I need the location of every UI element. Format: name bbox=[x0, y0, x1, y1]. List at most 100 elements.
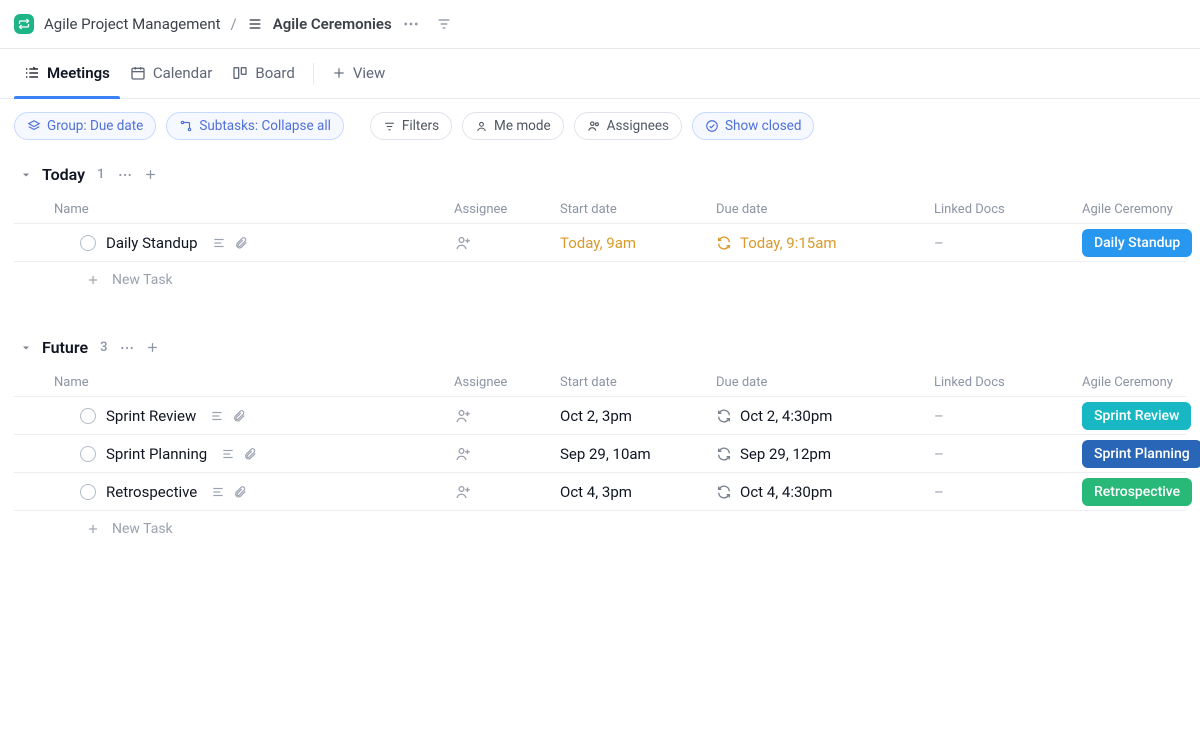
group-header[interactable]: Today 1 bbox=[14, 161, 1186, 196]
group-count: 1 bbox=[95, 167, 106, 182]
linked-docs-cell[interactable]: – bbox=[934, 483, 1082, 501]
task-list: Today 1 Name Assignee Start date Due dat… bbox=[0, 161, 1200, 577]
col-docs[interactable]: Linked Docs bbox=[934, 375, 1082, 390]
col-start[interactable]: Start date bbox=[560, 202, 716, 217]
recurring-icon bbox=[716, 408, 732, 424]
tab-board-label: Board bbox=[255, 64, 294, 82]
filter-bar: Group: Due date Subtasks: Collapse all F… bbox=[0, 99, 1200, 153]
more-icon[interactable] bbox=[402, 15, 420, 33]
ceremony-tag[interactable]: Sprint Review bbox=[1082, 402, 1191, 430]
group-pill[interactable]: Group: Due date bbox=[14, 112, 156, 140]
ceremony-tag[interactable]: Daily Standup bbox=[1082, 229, 1192, 257]
breadcrumb-space[interactable]: Agile Project Management bbox=[44, 15, 221, 33]
col-assignee[interactable]: Assignee bbox=[454, 202, 560, 217]
attachment-icon[interactable] bbox=[243, 447, 257, 461]
status-circle-icon[interactable] bbox=[80, 408, 96, 424]
task-row[interactable]: Daily Standup Today, 9am Today, 9:15am –… bbox=[14, 224, 1186, 262]
column-headers: Name Assignee Start date Due date Linked… bbox=[14, 196, 1186, 224]
status-circle-icon[interactable] bbox=[80, 446, 96, 462]
new-task-label: New Task bbox=[112, 521, 173, 537]
col-docs[interactable]: Linked Docs bbox=[934, 202, 1082, 217]
linked-docs-cell[interactable]: – bbox=[934, 407, 1082, 425]
ceremony-tag[interactable]: Retrospective bbox=[1082, 478, 1192, 506]
col-assignee[interactable]: Assignee bbox=[454, 375, 560, 390]
col-ceremony[interactable]: Agile Ceremony bbox=[1082, 202, 1200, 217]
task-name: Sprint Planning bbox=[106, 445, 207, 463]
tab-separator bbox=[313, 63, 314, 85]
subtasks-pill-label: Subtasks: Collapse all bbox=[199, 118, 331, 134]
tab-meetings[interactable]: Meetings bbox=[14, 49, 120, 98]
recurring-icon bbox=[716, 235, 732, 251]
group-pill-label: Group: Due date bbox=[47, 118, 143, 134]
ceremony-tag[interactable]: Sprint Planning bbox=[1082, 440, 1200, 468]
task-name: Retrospective bbox=[106, 483, 197, 501]
task-row[interactable]: Retrospective Oct 4, 3pm Oct 4, 4:30pm –… bbox=[14, 473, 1186, 511]
linked-docs-cell[interactable]: – bbox=[934, 234, 1082, 252]
group-title: Future bbox=[42, 338, 88, 357]
tab-calendar[interactable]: Calendar bbox=[120, 49, 223, 98]
group-more-icon[interactable] bbox=[119, 340, 135, 356]
filter-lines-icon[interactable] bbox=[436, 16, 452, 32]
breadcrumb: Agile Project Management / Agile Ceremon… bbox=[0, 0, 1200, 49]
filters-pill[interactable]: Filters bbox=[370, 112, 452, 140]
attachment-icon[interactable] bbox=[233, 485, 247, 499]
assignee-cell[interactable] bbox=[454, 445, 560, 463]
column-headers: Name Assignee Start date Due date Linked… bbox=[14, 369, 1186, 397]
task-group: Future 3 Name Assignee Start date Due da… bbox=[14, 334, 1186, 547]
start-date-cell[interactable]: Sep 29, 10am bbox=[560, 445, 716, 463]
assignees-pill-label: Assignees bbox=[607, 118, 669, 134]
start-date-cell[interactable]: Today, 9am bbox=[560, 234, 716, 252]
me-mode-pill[interactable]: Me mode bbox=[462, 112, 564, 140]
list-icon bbox=[247, 16, 263, 32]
description-icon[interactable] bbox=[210, 409, 224, 423]
status-circle-icon[interactable] bbox=[80, 484, 96, 500]
attachment-icon[interactable] bbox=[234, 236, 248, 250]
col-ceremony[interactable]: Agile Ceremony bbox=[1082, 375, 1200, 390]
assignees-pill[interactable]: Assignees bbox=[574, 112, 682, 140]
new-task-button[interactable]: New Task bbox=[14, 262, 1186, 298]
linked-docs-cell[interactable]: – bbox=[934, 445, 1082, 463]
subtasks-pill[interactable]: Subtasks: Collapse all bbox=[166, 112, 344, 140]
assignee-cell[interactable] bbox=[454, 407, 560, 425]
start-date-cell[interactable]: Oct 4, 3pm bbox=[560, 483, 716, 501]
col-start[interactable]: Start date bbox=[560, 375, 716, 390]
group-count: 3 bbox=[98, 340, 109, 355]
tab-meetings-label: Meetings bbox=[47, 64, 110, 82]
breadcrumb-separator: / bbox=[231, 15, 237, 33]
description-icon[interactable] bbox=[211, 485, 225, 499]
task-name: Sprint Review bbox=[106, 407, 196, 425]
description-icon[interactable] bbox=[221, 447, 235, 461]
group-header[interactable]: Future 3 bbox=[14, 334, 1186, 369]
me-mode-label: Me mode bbox=[494, 118, 551, 134]
assignee-cell[interactable] bbox=[454, 483, 560, 501]
attachment-icon[interactable] bbox=[232, 409, 246, 423]
start-date-cell[interactable]: Oct 2, 3pm bbox=[560, 407, 716, 425]
assignee-cell[interactable] bbox=[454, 234, 560, 252]
col-name[interactable]: Name bbox=[14, 202, 454, 217]
col-due[interactable]: Due date bbox=[716, 375, 934, 390]
group-more-icon[interactable] bbox=[117, 167, 133, 183]
status-circle-icon[interactable] bbox=[80, 235, 96, 251]
group-add-icon[interactable] bbox=[143, 167, 158, 182]
breadcrumb-list[interactable]: Agile Ceremonies bbox=[273, 15, 392, 33]
group-title: Today bbox=[42, 165, 85, 184]
col-name[interactable]: Name bbox=[14, 375, 454, 390]
due-date-text: Sep 29, 12pm bbox=[740, 445, 831, 463]
due-date-cell[interactable]: Oct 4, 4:30pm bbox=[716, 483, 934, 501]
show-closed-pill[interactable]: Show closed bbox=[692, 112, 814, 140]
new-task-button[interactable]: New Task bbox=[14, 511, 1186, 547]
due-date-cell[interactable]: Sep 29, 12pm bbox=[716, 445, 934, 463]
due-date-text: Oct 4, 4:30pm bbox=[740, 483, 832, 501]
chevron-down-icon bbox=[20, 169, 32, 181]
tab-board[interactable]: Board bbox=[222, 49, 304, 98]
col-due[interactable]: Due date bbox=[716, 202, 934, 217]
task-row[interactable]: Sprint Review Oct 2, 3pm Oct 2, 4:30pm –… bbox=[14, 397, 1186, 435]
due-date-cell[interactable]: Today, 9:15am bbox=[716, 234, 934, 252]
description-icon[interactable] bbox=[212, 236, 226, 250]
group-add-icon[interactable] bbox=[145, 340, 160, 355]
chevron-down-icon bbox=[20, 342, 32, 354]
due-date-cell[interactable]: Oct 2, 4:30pm bbox=[716, 407, 934, 425]
due-date-text: Today, 9:15am bbox=[740, 234, 837, 252]
task-row[interactable]: Sprint Planning Sep 29, 10am Sep 29, 12p… bbox=[14, 435, 1186, 473]
add-view-button[interactable]: View bbox=[322, 49, 395, 98]
